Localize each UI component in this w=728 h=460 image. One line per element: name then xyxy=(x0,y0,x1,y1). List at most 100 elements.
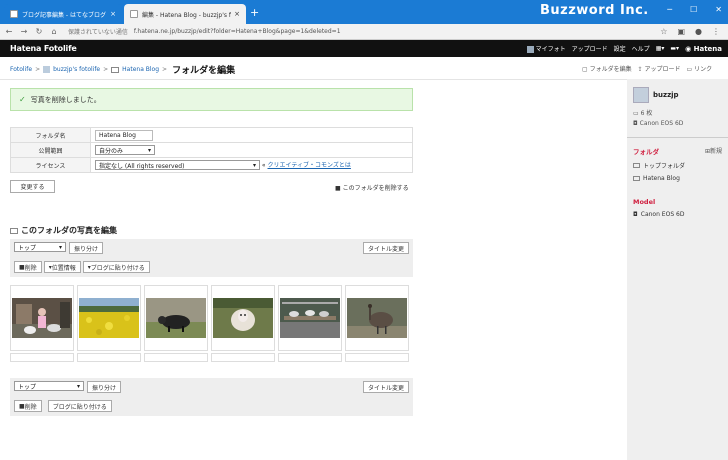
nav-myphoto[interactable]: マイフォト xyxy=(526,44,566,53)
link-link[interactable]: ▭ リンク xyxy=(687,64,713,73)
security-label: 保護されていない通信 xyxy=(68,29,128,36)
folder-settings-form: フォルダ名 Hatena Blog 公開範囲 自分のみ ▾ ライセンス 指定なし (Al… xyxy=(10,127,413,173)
label-visibility: 公開範囲 xyxy=(10,142,91,158)
back-icon[interactable]: ← xyxy=(3,27,15,36)
crumb-user[interactable]: buzzjp's fotolife xyxy=(53,66,100,73)
move-button[interactable]: 振り分け xyxy=(87,381,122,393)
move-folder-select[interactable]: トップ ▾ xyxy=(14,242,66,252)
success-notice: ✓ 写真を削除しました。 xyxy=(10,88,413,111)
photos-icon: ▭ xyxy=(633,110,639,117)
new-folder-link[interactable]: ⊞新規 xyxy=(705,146,722,156)
close-window-icon[interactable]: ✕ xyxy=(715,5,722,14)
sidebar-user[interactable]: buzzjp xyxy=(633,87,722,103)
move-folder-select[interactable]: トップ ▾ xyxy=(14,381,84,391)
breadcrumb: Fotolife > buzzjp's fotolife > Hatena Blog… xyxy=(10,63,235,76)
address-bar: ← → ↻ ⌂ 保護されていない通信 f.hatena.ne.jp/buzzjp/… xyxy=(0,24,728,40)
extension-icon[interactable]: ▣ xyxy=(677,27,685,36)
photo-card[interactable] xyxy=(77,285,141,362)
forward-icon[interactable]: → xyxy=(18,27,30,36)
divider xyxy=(0,79,627,80)
title-change-button[interactable]: タイトル変更 xyxy=(362,381,409,393)
crumb-folder[interactable]: Hatena Blog xyxy=(122,66,159,73)
nav-help[interactable]: ヘルプ xyxy=(632,44,650,53)
change-button[interactable]: 変更する xyxy=(10,180,55,193)
photo-goats-and-person[interactable] xyxy=(12,298,72,338)
folder-icon xyxy=(633,163,640,168)
minimize-icon[interactable]: ─ xyxy=(667,5,672,14)
license-select[interactable]: 指定なし (All rights reserved) ▾ xyxy=(95,160,260,171)
folder-heading: フォルダ ⊞新規 xyxy=(633,146,722,156)
photo-toolbar-bottom: トップ ▾ 振り分け タイトル変更 ■ 削除 ブログに貼り付ける xyxy=(10,378,413,416)
sidebar-item-model[interactable]: ◘ Canon EOS 6D xyxy=(633,211,722,218)
photo-goats-on-platform[interactable] xyxy=(280,298,340,338)
nav-upload[interactable]: アップロード xyxy=(572,44,608,53)
photo-card[interactable] xyxy=(278,285,342,362)
url-field[interactable]: 保護されていない通信 f.hatena.ne.jp/buzzjp/edit?fol… xyxy=(68,27,660,36)
caption-field[interactable] xyxy=(144,353,208,362)
hatena-menu[interactable]: ◉ Hatena xyxy=(685,45,722,53)
delete-button[interactable]: ■ 削除 xyxy=(14,261,42,273)
edit-folder-link[interactable]: ▢ フォルダを編集 xyxy=(582,64,632,73)
header-nav: マイフォト アップロード 設定 ヘルプ ▦▾ ▬▾ ◉ Hatena xyxy=(526,44,722,53)
visibility-select[interactable]: 自分のみ ▾ xyxy=(95,145,155,155)
url-text: f.hatena.ne.jp/buzzjp/edit?folder=Hatena… xyxy=(133,28,341,35)
caption-field[interactable] xyxy=(211,353,275,362)
caption-field[interactable] xyxy=(278,353,342,362)
fotolife-logo[interactable]: Hatena Fotolife xyxy=(10,44,77,53)
folder-icon xyxy=(633,176,640,181)
chevron-down-icon: ▾ xyxy=(147,146,151,154)
apps-grid-icon[interactable]: ▦▾ xyxy=(656,45,665,52)
chevron-down-icon: ▾ xyxy=(252,161,256,169)
camera-icon: ◘ xyxy=(633,211,638,218)
nav-settings[interactable]: 設定 xyxy=(614,44,626,53)
sidebar-meta: ▭ 6 枚 ◘ Canon EOS 6D xyxy=(633,110,684,127)
menu-icon[interactable]: ⋮ xyxy=(712,27,720,36)
sidebar-item-top-folder[interactable]: トップフォルダ xyxy=(633,161,722,170)
sidebar-item-hatena-blog[interactable]: Hatena Blog xyxy=(633,175,722,182)
move-button[interactable]: 振り分け xyxy=(69,242,104,254)
photo-rapeseed-field[interactable] xyxy=(79,298,139,338)
close-tab-icon[interactable]: × xyxy=(110,10,116,18)
star-icon[interactable]: ☆ xyxy=(660,27,667,36)
chevron-down-icon: ▾ xyxy=(58,243,62,251)
photo-card[interactable] xyxy=(211,285,275,362)
notification-icon[interactable]: ▬▾ xyxy=(670,45,679,52)
tab-blog-edit[interactable]: ブログ記事編集 - はてなブログ × xyxy=(4,4,122,24)
blog-paste-button[interactable]: ブログに貼り付ける xyxy=(47,400,112,412)
photo-emu[interactable] xyxy=(347,298,407,338)
cc-link[interactable]: クリエイティブ・コモンズとは xyxy=(268,162,351,169)
title-change-button[interactable]: タイトル変更 xyxy=(362,242,409,254)
photo-icon xyxy=(526,46,534,53)
photo-card[interactable] xyxy=(144,285,208,362)
tab-fotolife-edit[interactable]: 編集 - Hatena Blog - buzzjp's fotolife× xyxy=(124,4,246,24)
camera-icon: ◘ xyxy=(633,120,638,127)
folder-name-input[interactable]: Hatena Blog xyxy=(95,129,153,141)
home-icon[interactable]: ⌂ xyxy=(48,27,60,36)
section-heading: このフォルダの写真を編集 xyxy=(10,225,117,236)
close-tab-icon[interactable]: × xyxy=(234,10,240,18)
photo-card[interactable] xyxy=(345,285,409,362)
upload-link[interactable]: ⇪ アップロード xyxy=(638,64,681,73)
caption-field[interactable] xyxy=(10,353,74,362)
favicon-icon xyxy=(10,10,18,18)
caption-field[interactable] xyxy=(77,353,141,362)
crumb-fotolife[interactable]: Fotolife xyxy=(10,66,32,73)
caption-field[interactable] xyxy=(345,353,409,362)
new-tab-icon[interactable]: + xyxy=(250,6,259,19)
sidebar: buzzjp ▭ 6 枚 ◘ Canon EOS 6D フォルダ ⊞新規 トップフ… xyxy=(627,79,728,460)
folder-icon xyxy=(111,66,120,73)
blog-paste-button[interactable]: ▾ ブログに貼り付ける xyxy=(82,261,150,273)
profile-icon[interactable]: ● xyxy=(695,27,702,36)
title-bar: ブログ記事編集 - はてなブログ × 編集 - Hatena Blog - buz… xyxy=(0,0,728,24)
location-button[interactable]: ▾ 位置情報 xyxy=(43,261,81,273)
chevron-down-icon: ▾ xyxy=(76,382,80,390)
delete-folder-link[interactable]: ■ このフォルダを削除する xyxy=(335,183,409,192)
photo-grid xyxy=(10,285,409,362)
photo-toolbar-top: トップ ▾ 振り分け タイトル変更 ■ 削除 ▾ 位置情報 ▾ ブログに貼り付ける xyxy=(10,239,413,277)
photo-white-sheep[interactable] xyxy=(213,298,273,338)
delete-button[interactable]: ■ 削除 xyxy=(14,400,42,412)
photo-black-sheep[interactable] xyxy=(146,298,206,338)
photo-card[interactable] xyxy=(10,285,74,362)
maximize-icon[interactable]: ☐ xyxy=(690,5,697,14)
reload-icon[interactable]: ↻ xyxy=(33,27,45,36)
